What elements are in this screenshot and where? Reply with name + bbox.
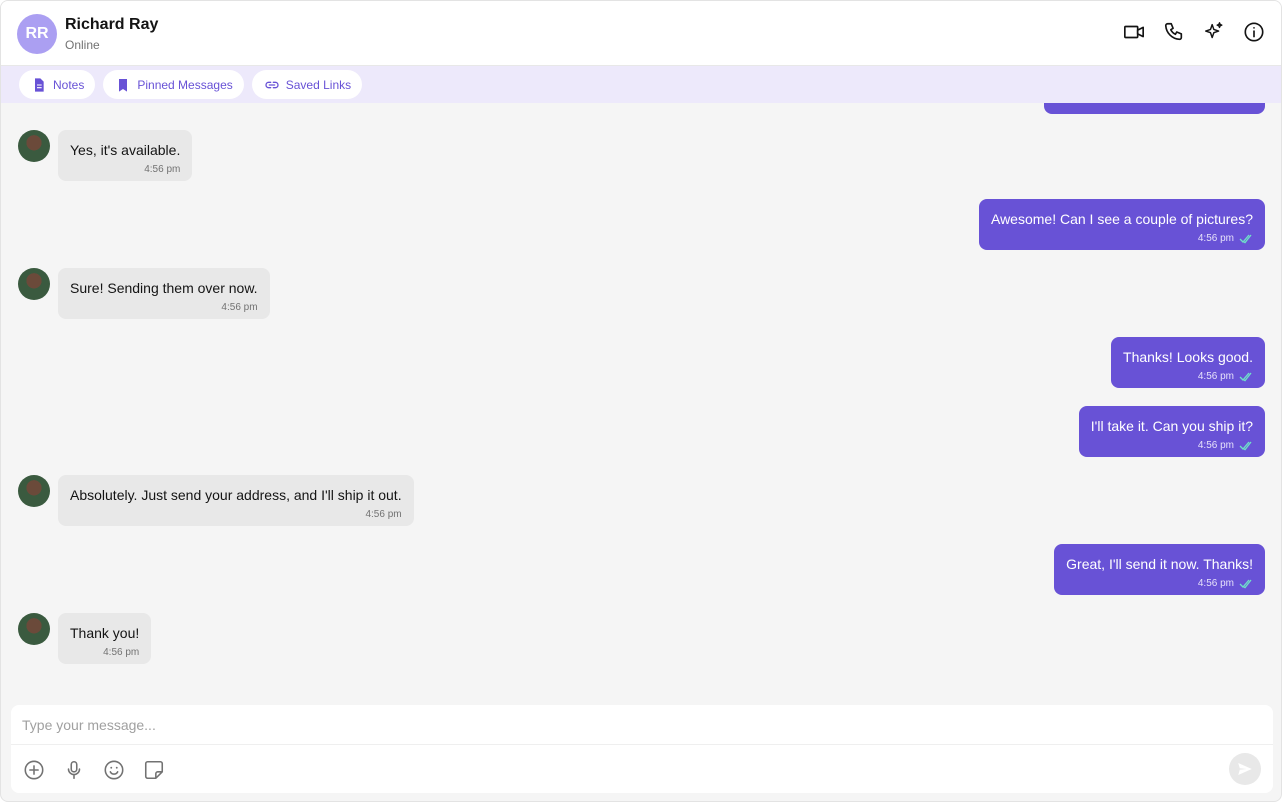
contact-name: Richard Ray <box>65 16 159 33</box>
chat-tabs-bar: Notes Pinned Messages Saved Links <box>1 66 1281 103</box>
message-bubble-outgoing[interactable]: Awesome! Can I see a couple of pictures?… <box>978 199 1265 250</box>
ai-sparkle-icon[interactable] <box>1203 21 1225 43</box>
message-bubble[interactable]: Absolutely. Just send your address, and … <box>58 475 414 526</box>
read-receipt-icon <box>1239 372 1253 382</box>
info-icon[interactable] <box>1243 21 1265 43</box>
message-bubble-outgoing[interactable]: I'll take it. Can you ship it? 4:56 pm <box>1078 406 1265 457</box>
message-incoming: Yes, it's available. 4:56 pm <box>18 130 193 181</box>
tab-saved-links[interactable]: Saved Links <box>251 70 363 99</box>
message-time: 4:56 pm <box>221 302 258 313</box>
send-button[interactable] <box>1229 753 1261 785</box>
note-icon <box>35 77 44 92</box>
message-bubble-outgoing[interactable]: Thanks! Looks good. 4:56 pm <box>1111 337 1265 388</box>
message-bubble-outgoing[interactable]: Great, I'll send it now. Thanks! 4:56 pm <box>1054 544 1265 595</box>
emoji-icon[interactable] <box>103 759 125 781</box>
microphone-icon[interactable] <box>63 759 85 781</box>
read-receipt-icon <box>1239 234 1253 244</box>
send-icon <box>1238 763 1252 775</box>
message-bubble[interactable]: Yes, it's available. 4:56 pm <box>58 130 193 181</box>
message-incoming: Sure! Sending them over now. 4:56 pm <box>18 268 270 319</box>
message-text: Yes, it's available. <box>70 142 181 158</box>
message-time: 4:56 pm <box>144 164 181 175</box>
message-composer <box>11 705 1273 793</box>
message-incoming: Absolutely. Just send your address, and … <box>18 475 414 526</box>
message-list[interactable]: Yes, it's available. 4:56 pm Awesome! Ca… <box>1 103 1281 701</box>
message-text: Absolutely. Just send your address, and … <box>70 487 402 503</box>
tab-label: Saved Links <box>285 77 352 92</box>
link-icon <box>265 81 279 88</box>
tab-notes[interactable]: Notes <box>19 70 96 99</box>
message-text: I'll take it. Can you ship it? <box>1090 418 1253 434</box>
video-call-icon[interactable] <box>1123 21 1145 43</box>
contact-status: Online <box>65 38 100 52</box>
chat-header: RR Richard Ray Online <box>1 1 1281 66</box>
composer-tools <box>23 759 165 781</box>
add-icon[interactable] <box>23 759 45 781</box>
message-text: Thank you! <box>70 625 140 641</box>
message-time: 4:56 pm <box>1197 371 1234 382</box>
read-receipt-icon <box>1239 441 1253 451</box>
avatar[interactable] <box>18 268 50 300</box>
message-incoming: Thank you! 4:56 pm <box>18 613 152 664</box>
tab-label: Pinned Messages <box>137 77 233 92</box>
message-input[interactable] <box>11 705 1273 745</box>
message-text: Thanks! Looks good. <box>1123 349 1253 365</box>
message-text: Awesome! Can I see a couple of pictures? <box>990 211 1253 227</box>
message-time: 4:56 pm <box>365 509 402 520</box>
message-time: 4:56 pm <box>103 647 140 658</box>
tab-pinned-messages[interactable]: Pinned Messages <box>103 70 244 99</box>
avatar[interactable] <box>18 613 50 645</box>
avatar[interactable]: RR <box>17 14 57 54</box>
message-time: 4:56 pm <box>1197 440 1234 451</box>
message-time: 4:56 pm <box>1197 233 1234 244</box>
message-text: Great, I'll send it now. Thanks! <box>1066 556 1253 572</box>
message-time: 4:56 pm <box>1197 578 1234 589</box>
avatar[interactable] <box>18 130 50 162</box>
header-actions <box>1123 21 1265 43</box>
sticker-icon[interactable] <box>143 759 165 781</box>
read-receipt-icon <box>1239 579 1253 589</box>
bookmark-icon <box>119 78 128 92</box>
message-text: Sure! Sending them over now. <box>70 280 258 296</box>
message-bubble[interactable]: Sure! Sending them over now. 4:56 pm <box>58 268 270 319</box>
voice-call-icon[interactable] <box>1163 21 1185 43</box>
message-bubble-outgoing[interactable] <box>1044 103 1265 114</box>
avatar[interactable] <box>18 475 50 507</box>
tab-label: Notes <box>53 77 85 92</box>
chat-window: RR Richard Ray Online Notes Pinned Messa… <box>0 0 1282 802</box>
message-bubble[interactable]: Thank you! 4:56 pm <box>58 613 152 664</box>
